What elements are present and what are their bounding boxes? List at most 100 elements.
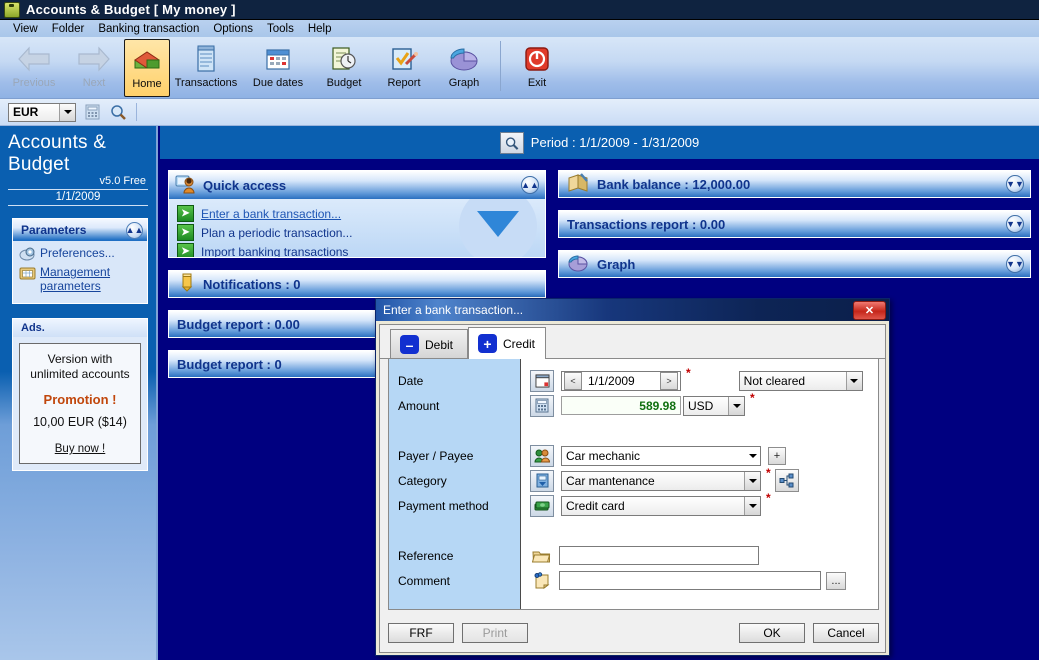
amount-input[interactable]: 589.98	[561, 396, 681, 415]
category-select[interactable]: Car mantenance	[561, 470, 761, 491]
field-labels-column: Date Amount Payer / Payee Category Payme…	[389, 359, 521, 609]
left-sidebar: Accounts & Budget v5.0 Free 1/1/2009 Par…	[0, 126, 158, 660]
ok-button[interactable]: OK	[739, 623, 805, 643]
toolbar-button-home[interactable]: Home	[124, 39, 170, 97]
tab-credit[interactable]: + Credit	[468, 327, 546, 359]
main-right-column: Bank balance : 12,000.00 ▼▼ Transactions…	[558, 170, 1031, 290]
menu-item-help[interactable]: Help	[301, 22, 339, 36]
calendar-icon[interactable]	[530, 369, 554, 392]
toolbar-button-exit[interactable]: Exit	[507, 39, 567, 97]
cancel-button[interactable]: Cancel	[813, 623, 879, 643]
green-arrow-icon: ➤	[177, 205, 194, 222]
chevron-down-icon	[728, 396, 744, 415]
toolbar-button-report[interactable]: Report	[374, 39, 434, 97]
graph-bar[interactable]: Graph ▼▼	[558, 250, 1031, 278]
minus-icon: –	[400, 335, 419, 354]
toolbar-button-transactions[interactable]: Transactions	[170, 39, 242, 97]
toolbar-button-previous[interactable]: Previous	[4, 39, 64, 97]
reference-input[interactable]	[559, 546, 759, 565]
quick-access-header[interactable]: Quick access ▲▲	[169, 171, 545, 199]
ads-panel-header: Ads.	[13, 319, 147, 337]
chevron-down-icon[interactable]: ▼▼	[1006, 215, 1024, 233]
menu-item-banking-transaction[interactable]: Banking transaction	[91, 22, 206, 36]
category-value: Car mantenance	[566, 473, 655, 488]
bell-icon	[177, 272, 197, 297]
toolbar-button-graph[interactable]: Graph	[434, 39, 494, 97]
category-icon[interactable]	[530, 469, 554, 492]
chevron-down-icon[interactable]: ▼▼	[1006, 255, 1024, 273]
print-button[interactable]: Print	[462, 623, 528, 643]
amount-currency-select[interactable]: USD	[683, 395, 745, 416]
toolbar-button-next[interactable]: Next	[64, 39, 124, 97]
buy-now-link[interactable]: Buy now !	[55, 443, 106, 455]
label-category: Category	[398, 473, 447, 488]
reference-field-row	[521, 543, 878, 568]
toolbar-label-report: Report	[387, 77, 421, 89]
dialog-tabs: – Debit + Credit	[380, 325, 885, 359]
calculator-icon[interactable]	[82, 102, 102, 122]
currency-toolbar: EUR	[0, 99, 1039, 126]
chevron-up-icon[interactable]: ▲▲	[521, 176, 539, 194]
toolbar-label-budget: Budget	[326, 77, 362, 89]
menu-item-view[interactable]: View	[6, 22, 45, 36]
hierarchy-icon[interactable]	[774, 469, 799, 492]
ads-promo: Promotion !	[43, 392, 117, 407]
enter-bank-transaction-dialog: Enter a bank transaction... ✕ – Debit + …	[375, 298, 890, 656]
people-icon[interactable]	[530, 444, 554, 467]
sidebar-item-management-parameters[interactable]: Management parameters	[19, 265, 141, 293]
quick-link-import-banking-transactions[interactable]: ➤ Import banking transactions	[177, 243, 545, 257]
toolbar-label-previous: Previous	[12, 77, 56, 89]
label-date: Date	[398, 373, 424, 388]
calculator-icon[interactable]	[530, 394, 554, 417]
date-next-button[interactable]: >	[660, 371, 678, 390]
add-payer-button[interactable]: +	[768, 446, 786, 465]
money-bag-icon	[4, 1, 20, 18]
quick-link-plan-periodic-transaction[interactable]: ➤ Plan a periodic transaction...	[177, 224, 545, 241]
date-prev-button[interactable]: <	[564, 371, 582, 390]
toolbar-button-due-dates[interactable]: Due dates	[242, 39, 314, 97]
spacer-row	[389, 518, 520, 543]
menu-item-tools[interactable]: Tools	[260, 22, 301, 36]
parameters-panel-header[interactable]: Parameters ▲▲	[13, 219, 147, 241]
chevron-down-icon	[744, 496, 760, 515]
dialog-body: – Debit + Credit Date Amount Payer / Pay…	[379, 324, 886, 653]
currency-select[interactable]: EUR	[8, 102, 76, 122]
chevron-up-icon[interactable]: ▲▲	[126, 221, 143, 239]
frf-button[interactable]: FRF	[388, 623, 454, 643]
note-pin-icon[interactable]	[530, 571, 552, 591]
pie-chart-icon	[567, 252, 591, 277]
sidebar-item-preferences[interactable]: Preferences...	[19, 246, 141, 262]
chevron-down-icon[interactable]: ▼▼	[1006, 175, 1024, 193]
green-arrow-icon: ➤	[177, 243, 194, 257]
chevron-down-icon	[845, 371, 862, 390]
date-required-marker: *	[686, 366, 691, 380]
money-icon[interactable]	[530, 494, 554, 517]
tab-debit[interactable]: – Debit	[390, 329, 468, 359]
payment-method-select[interactable]: Credit card	[561, 495, 761, 516]
menu-item-options[interactable]: Options	[206, 22, 260, 36]
quick-link-enter-bank-transaction[interactable]: ➤ Enter a bank transaction...	[177, 205, 545, 222]
transactions-report-bar[interactable]: Transactions report : 0.00 ▼▼	[558, 210, 1031, 238]
notifications-bar[interactable]: Notifications : 0	[168, 270, 546, 298]
toolbar-button-budget[interactable]: Budget	[314, 39, 374, 97]
house-icon	[131, 42, 163, 78]
quick-link-label-0: Enter a bank transaction...	[201, 206, 342, 221]
menu-item-folder[interactable]: Folder	[45, 22, 92, 36]
budget-report-count-label: Budget report : 0	[177, 356, 282, 372]
date-input[interactable]: < 1/1/2009 >	[561, 370, 681, 391]
payer-payee-select[interactable]: Car mechanic	[561, 445, 761, 466]
cleared-status-value: Not cleared	[743, 373, 806, 388]
toolbar-label-due-dates: Due dates	[252, 77, 304, 89]
date-field-row: < 1/1/2009 > * Not cleared	[521, 366, 878, 393]
cleared-status-select[interactable]: Not cleared	[738, 370, 863, 391]
amount-currency-value: USD	[688, 398, 714, 413]
bank-balance-bar[interactable]: Bank balance : 12,000.00 ▼▼	[558, 170, 1031, 198]
comment-field-row: ...	[521, 568, 878, 593]
close-icon[interactable]: ✕	[853, 300, 886, 320]
comment-browse-button[interactable]: ...	[826, 571, 846, 590]
comment-input[interactable]	[559, 571, 821, 590]
magnifier-icon[interactable]	[108, 102, 128, 122]
period-banner[interactable]: Period : 1/1/2009 - 1/31/2009	[160, 126, 1039, 159]
folder-icon[interactable]	[530, 546, 552, 566]
checklist-pen-icon	[389, 41, 419, 77]
